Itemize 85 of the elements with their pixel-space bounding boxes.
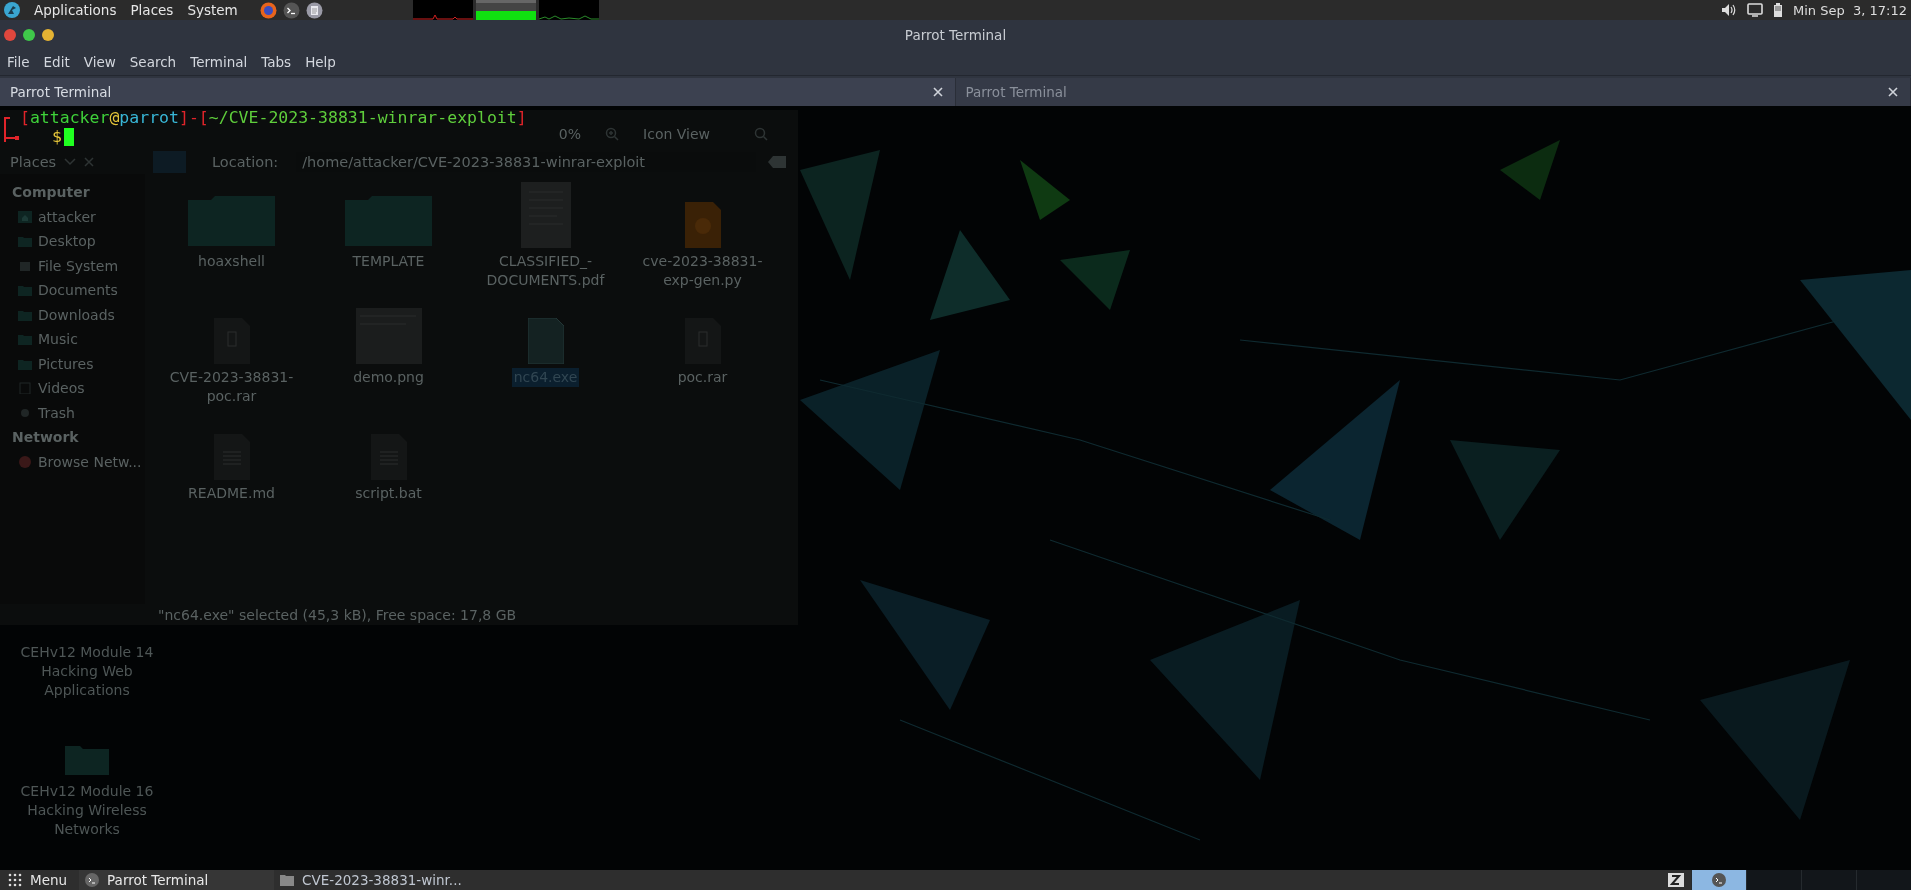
menu-item[interactable]: Terminal [183, 54, 255, 70]
file-name[interactable]: cve-2023-38831-exp-gen.py [627, 252, 778, 290]
clear-icon[interactable] [768, 156, 786, 168]
clock[interactable]: Min Sep 3, 17:12 [1793, 2, 1907, 18]
archive-file-icon[interactable] [684, 318, 721, 364]
location-label: Location: [212, 154, 279, 170]
menu-item[interactable]: View [76, 54, 123, 70]
prompt-line: [attacker@parrot]-[~/CVE-2023-38831-winrar-exploit] [20, 108, 527, 127]
menu-item[interactable]: Tabs [254, 54, 299, 70]
file-name[interactable]: demo.png [313, 368, 464, 387]
terminal-icon [85, 873, 100, 887]
sleep-icon[interactable] [1667, 872, 1685, 888]
workspace-switcher-cell[interactable] [1746, 870, 1801, 890]
maximize-button[interactable] [23, 28, 35, 41]
file-name[interactable]: TEMPLATE [313, 252, 464, 271]
panel-menu-item[interactable]: System [187, 2, 238, 18]
sidebar-item[interactable]: Browse Netw... [38, 453, 142, 470]
archive-file-icon[interactable] [213, 318, 250, 364]
sidebar-item[interactable]: File System [38, 257, 119, 274]
python-file-icon[interactable] [684, 202, 721, 248]
zoom-icon[interactable] [605, 127, 620, 141]
places-label[interactable]: Places [10, 154, 57, 170]
sidebar-item[interactable]: Documents [38, 282, 118, 299]
menu-item[interactable]: Search [122, 54, 184, 70]
file-name[interactable]: CLASSIFIED_-DOCUMENTS.pdf [470, 252, 621, 290]
grid-icon [8, 873, 22, 887]
file-name[interactable]: CVE-2023-38831-poc.rar [156, 368, 307, 406]
sidebar-item[interactable]: Trash [38, 404, 75, 421]
file-name[interactable]: README.md [156, 484, 307, 503]
taskbar-window-button[interactable]: Parrot Terminal [79, 870, 275, 890]
parrot-logo-icon[interactable] [4, 2, 20, 18]
desktop-icon-label[interactable]: CEHv12 Module 16 Hacking Wireless Networks [12, 782, 162, 839]
browser-icon[interactable] [259, 1, 277, 19]
tab[interactable]: Parrot Terminal [955, 78, 1911, 106]
minimize-button[interactable] [42, 28, 54, 41]
folder-icon [18, 235, 32, 248]
sidebar-item[interactable]: Downloads [38, 306, 115, 323]
zoom-level: 0% [558, 126, 582, 142]
window-title: Parrot Terminal [904, 26, 1007, 43]
prompt-corner-drawing [4, 114, 20, 142]
panel-menu-item[interactable]: Places [130, 2, 174, 18]
memory-graph [475, 0, 536, 20]
menu-item[interactable]: File [0, 54, 37, 70]
folder-icon [18, 357, 32, 370]
folder-icon [280, 873, 295, 887]
executable-file-icon[interactable] [527, 318, 564, 364]
home-icon [18, 210, 32, 223]
sidebar-item[interactable]: attacker [38, 208, 96, 225]
file-name[interactable]: script.bat [313, 484, 464, 503]
panel-menu-item[interactable]: Applications [34, 2, 117, 18]
cpu-graph [412, 0, 473, 20]
desktop-icon-label[interactable]: CEHv12 Module 14 Hacking Web Applications [12, 643, 162, 700]
terminal-icon[interactable] [282, 1, 300, 19]
folder-icon [18, 284, 32, 297]
search-icon[interactable] [754, 127, 768, 141]
folder-icon [18, 308, 32, 321]
workspace-switcher-cell[interactable] [1856, 870, 1911, 890]
battery-icon[interactable] [1773, 3, 1784, 17]
file-name[interactable]: poc.rar [627, 368, 778, 387]
text-cursor [63, 127, 74, 146]
document-thumbnail[interactable] [520, 182, 571, 248]
view-mode-dropdown[interactable]: Icon View [643, 126, 710, 142]
sidebar-item[interactable]: Pictures [38, 355, 94, 372]
close-button[interactable] [4, 28, 16, 41]
status-text: "nc64.exe" selected (45,3 kB), Free space: 17,8 GB [158, 606, 517, 625]
menu-item[interactable]: Edit [36, 54, 77, 70]
sidebar-item[interactable]: Desktop [38, 233, 96, 250]
folder-icon [18, 333, 32, 346]
menu-item[interactable]: Help [298, 54, 343, 70]
chevron-down-icon[interactable] [64, 158, 77, 166]
sidebar-heading: Network [11, 428, 80, 448]
sidebar-item[interactable]: Videos [38, 380, 85, 397]
prompt-symbol: $ [52, 127, 62, 146]
terminal-icon [1712, 873, 1726, 887]
network-graph [538, 0, 599, 20]
sidebar-item[interactable]: Music [38, 331, 78, 348]
sidebar-heading: Computer [11, 183, 91, 203]
display-icon[interactable] [1747, 3, 1764, 17]
file-name[interactable]: hoaxshell [156, 252, 307, 271]
workspace-switcher-cell[interactable] [1801, 870, 1856, 890]
workspace-switcher-cell[interactable] [1691, 870, 1746, 890]
menu-button[interactable]: Menu [0, 870, 80, 890]
text-editor-icon[interactable] [305, 1, 323, 19]
volume-icon[interactable] [1721, 3, 1738, 17]
tab[interactable]: Parrot Terminal [0, 78, 956, 106]
